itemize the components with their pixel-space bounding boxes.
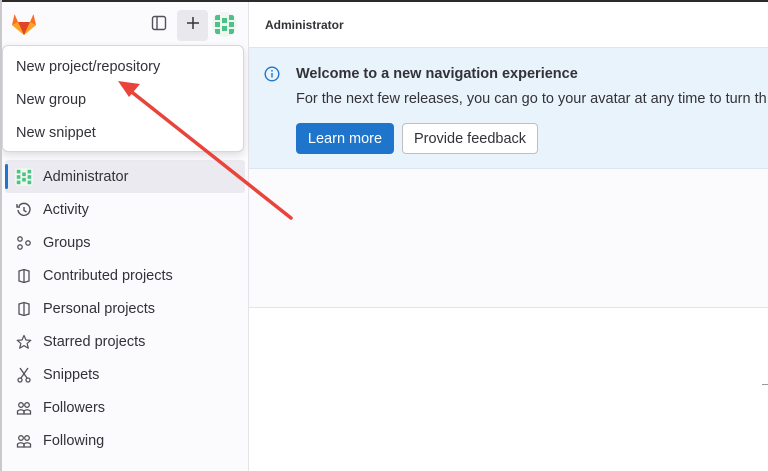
history-icon bbox=[15, 201, 33, 219]
scrollbar-indicator[interactable] bbox=[762, 384, 768, 385]
create-new-dropdown: New project/repository New group New sni… bbox=[2, 45, 244, 152]
star-icon bbox=[15, 333, 33, 351]
avatar-icon bbox=[15, 167, 33, 186]
gitlab-logo-icon[interactable] bbox=[11, 12, 37, 36]
content-panel bbox=[249, 169, 768, 308]
sidebar-item-activity[interactable]: Activity bbox=[0, 193, 249, 226]
info-icon bbox=[264, 66, 280, 82]
window-left-border bbox=[0, 0, 2, 471]
sidebar-item-administrator[interactable]: Administrator bbox=[5, 160, 245, 193]
sidebar-item-snippets[interactable]: Snippets bbox=[0, 358, 249, 391]
sidebar-item-label: Following bbox=[43, 432, 105, 449]
navigation-welcome-banner: Welcome to a new navigation experience F… bbox=[249, 48, 768, 169]
create-new-button[interactable] bbox=[177, 10, 208, 41]
sidebar-item-label: Snippets bbox=[43, 366, 100, 383]
sidebar-item-starred-projects[interactable]: Starred projects bbox=[0, 325, 249, 358]
user-avatar-button[interactable] bbox=[212, 12, 237, 37]
project-icon bbox=[15, 300, 33, 318]
identicon-icon bbox=[215, 15, 234, 34]
new-group-menu-item[interactable]: New group bbox=[3, 83, 243, 116]
banner-body: For the next few releases, you can go to… bbox=[296, 91, 767, 107]
snippet-icon bbox=[15, 366, 33, 384]
project-icon bbox=[15, 267, 33, 285]
sidebar-item-label: Starred projects bbox=[43, 333, 146, 350]
breadcrumb[interactable]: Administrator bbox=[265, 18, 344, 32]
sidebar-item-label: Contributed projects bbox=[43, 267, 173, 284]
sidebar-item-label: Groups bbox=[43, 234, 91, 251]
new-project-menu-item[interactable]: New project/repository bbox=[3, 50, 243, 83]
sidebar-item-contributed-projects[interactable]: Contributed projects bbox=[0, 259, 249, 292]
sidebar-item-label: Activity bbox=[43, 201, 89, 218]
sidebar-item-label: Administrator bbox=[43, 168, 129, 185]
sidebar-item-following[interactable]: Following bbox=[0, 424, 249, 457]
sidebar-item-followers[interactable]: Followers bbox=[0, 391, 249, 424]
users-icon bbox=[15, 432, 33, 450]
sidebar-item-label: Followers bbox=[43, 399, 106, 416]
sidebar-toggle-button[interactable] bbox=[146, 11, 172, 39]
users-icon bbox=[15, 399, 33, 417]
sidebar-toggle-icon bbox=[151, 15, 167, 36]
provide-feedback-button[interactable]: Provide feedback bbox=[402, 123, 538, 154]
plus-icon bbox=[186, 16, 200, 35]
sidebar-item-groups[interactable]: Groups bbox=[0, 226, 249, 259]
learn-more-button[interactable]: Learn more bbox=[296, 123, 394, 154]
sidebar-item-personal-projects[interactable]: Personal projects bbox=[0, 292, 249, 325]
sidebar-item-label: Personal projects bbox=[43, 300, 156, 317]
main-content: Administrator Welcome to a new navigatio… bbox=[249, 2, 768, 471]
user-nav: Administrator Activity Groups Contribute… bbox=[0, 160, 249, 457]
new-snippet-menu-item[interactable]: New snippet bbox=[3, 116, 243, 149]
group-icon bbox=[15, 234, 33, 252]
banner-title: Welcome to a new navigation experience bbox=[296, 66, 578, 82]
sidebar-header bbox=[0, 2, 249, 48]
